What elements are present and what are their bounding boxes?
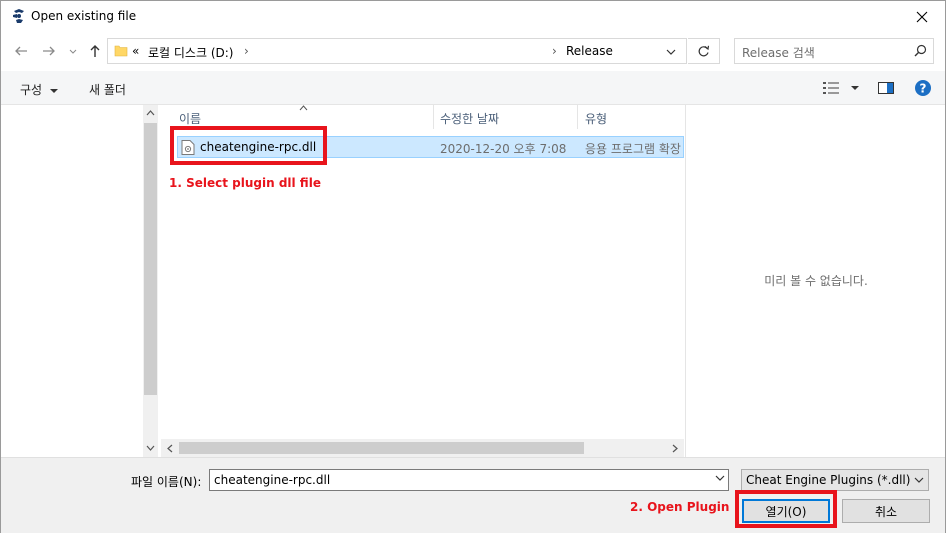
preview-pane: 미리 볼 수 없습니다. [685, 105, 945, 457]
caret-down-icon [49, 89, 58, 93]
help-button[interactable]: ? [915, 80, 931, 99]
search-icon [914, 44, 927, 57]
file-modified-date: 2020-12-20 오후 7:08 [440, 142, 567, 156]
file-type-filter-value: Cheat Engine Plugins (*.dll) [746, 473, 911, 487]
filename-value: cheatengine-rpc.dll [214, 473, 331, 487]
preview-pane-icon [878, 82, 894, 94]
filename-field[interactable]: cheatengine-rpc.dll [209, 469, 729, 491]
new-folder-button[interactable]: 새 폴더 [89, 81, 126, 98]
scroll-left-arrow-icon[interactable] [167, 444, 173, 453]
window-title: Open existing file [31, 9, 137, 23]
refresh-icon [698, 45, 710, 56]
close-icon [916, 11, 928, 23]
refresh-button[interactable] [688, 38, 720, 64]
arrow-up-icon [90, 45, 100, 57]
column-separator[interactable] [433, 105, 434, 129]
breadcrumb-separator[interactable]: › [552, 44, 557, 58]
breadcrumb-release[interactable]: Release [566, 44, 613, 58]
arrow-left-icon [15, 46, 27, 56]
column-separator[interactable] [577, 105, 578, 129]
address-bar[interactable]: « 로컬 디스크 (D:) › › Release [107, 38, 687, 64]
navigation-pane[interactable] [1, 105, 159, 457]
organize-label: 구성 [20, 83, 43, 97]
view-options-button[interactable] [823, 82, 859, 97]
title-bar: Open existing file [1, 1, 945, 33]
close-button[interactable] [899, 1, 945, 33]
scrollbar-thumb[interactable] [144, 123, 157, 395]
chevron-down-icon[interactable] [666, 48, 676, 56]
scroll-right-arrow-icon[interactable] [672, 444, 678, 453]
caret-down-icon [850, 86, 859, 90]
annotation-highlight-open [735, 490, 837, 528]
forward-button[interactable] [41, 43, 57, 59]
scrollbar-thumb[interactable] [179, 442, 584, 454]
folder-icon [114, 45, 128, 57]
breadcrumb-local-disk[interactable]: 로컬 디스크 (D:) [148, 44, 233, 61]
scroll-up-arrow-icon[interactable] [146, 110, 155, 116]
cancel-button[interactable]: 취소 [842, 499, 930, 523]
preview-empty-message: 미리 볼 수 없습니다. [764, 274, 868, 288]
breadcrumb-overflow[interactable]: « [132, 44, 139, 58]
arrow-right-icon [43, 46, 55, 56]
navigation-bar: « 로컬 디스크 (D:) › › Release Release 검색 [1, 35, 945, 67]
search-placeholder: Release 검색 [742, 46, 815, 60]
annotation-highlight-file [170, 126, 327, 165]
chevron-down-icon[interactable] [715, 474, 725, 482]
command-toolbar: 구성 새 폴더 ? [1, 71, 945, 105]
open-file-dialog: Open existing file « 로컬 디스크 (D:) › › Rel… [0, 0, 946, 533]
file-type-filter[interactable]: Cheat Engine Plugins (*.dll) [741, 469, 929, 491]
back-button[interactable] [13, 43, 29, 59]
sort-ascending-icon [299, 105, 308, 111]
chevron-down-icon [914, 477, 924, 483]
file-type: 응용 프로그램 확장 [585, 142, 681, 156]
svg-text:?: ? [920, 82, 927, 96]
annotation-step2-label: 2. Open Plugin [630, 500, 730, 514]
column-header-type[interactable]: 유형 [585, 105, 607, 129]
file-list-horizontal-scrollbar[interactable] [161, 439, 684, 457]
search-input[interactable]: Release 검색 [734, 38, 934, 64]
breadcrumb-separator[interactable]: › [244, 44, 249, 58]
cheat-engine-icon [13, 9, 24, 23]
annotation-step1-label: 1. Select plugin dll file [169, 176, 321, 190]
preview-pane-button[interactable] [878, 82, 894, 97]
chevron-down-icon [69, 49, 77, 54]
up-button[interactable] [87, 43, 103, 59]
scroll-down-arrow-icon[interactable] [146, 445, 155, 451]
organize-button[interactable]: 구성 [20, 81, 58, 98]
details-view-icon [823, 82, 839, 94]
help-icon: ? [915, 80, 931, 96]
filename-label: 파일 이름(N): [131, 475, 202, 489]
column-header-modified[interactable]: 수정한 날짜 [440, 105, 499, 129]
navigation-pane-scrollbar[interactable] [143, 105, 158, 457]
recent-locations-button[interactable] [65, 43, 81, 59]
